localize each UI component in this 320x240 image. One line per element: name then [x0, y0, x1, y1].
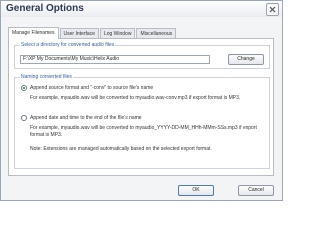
append-format-example: For example, myaudio.wav will be convert…	[30, 95, 241, 101]
tab-strip: Manage Filenames User Interface Log Wind…	[8, 27, 177, 39]
title-bar[interactable]: General Options	[1, 1, 282, 17]
general-options-dialog: General Options Manage Filenames User In…	[0, 0, 283, 201]
close-icon	[269, 6, 276, 13]
append-datetime-label[interactable]: Append date and time to the end of the f…	[30, 115, 142, 121]
directory-group: Select a directory for converted audio f…	[14, 42, 270, 69]
append-format-radio[interactable]	[21, 85, 27, 91]
naming-group-title: Naming converted files	[20, 74, 73, 80]
tab-panel: Select a directory for converted audio f…	[8, 38, 274, 176]
change-directory-button[interactable]: Change	[228, 54, 264, 65]
extensions-note: Note: Extensions are managed automatical…	[30, 146, 212, 152]
append-format-label[interactable]: Append source format and "-conv" to sour…	[30, 85, 153, 91]
dialog-title: General Options	[6, 3, 84, 14]
append-datetime-radio[interactable]	[21, 115, 27, 121]
append-datetime-example: For example, myaudio.wav will be convert…	[30, 125, 257, 138]
tab-manage-filenames[interactable]: Manage Filenames	[8, 27, 59, 39]
close-button[interactable]	[266, 3, 279, 16]
output-directory-field[interactable]: F:\XP My Documents\My Music\Helix Audio	[20, 55, 210, 64]
naming-group: Naming converted files Append source for…	[14, 74, 270, 169]
cancel-button[interactable]: Cancel	[238, 185, 274, 196]
ok-button[interactable]: OK	[178, 185, 214, 196]
directory-group-title: Select a directory for converted audio f…	[20, 42, 116, 48]
